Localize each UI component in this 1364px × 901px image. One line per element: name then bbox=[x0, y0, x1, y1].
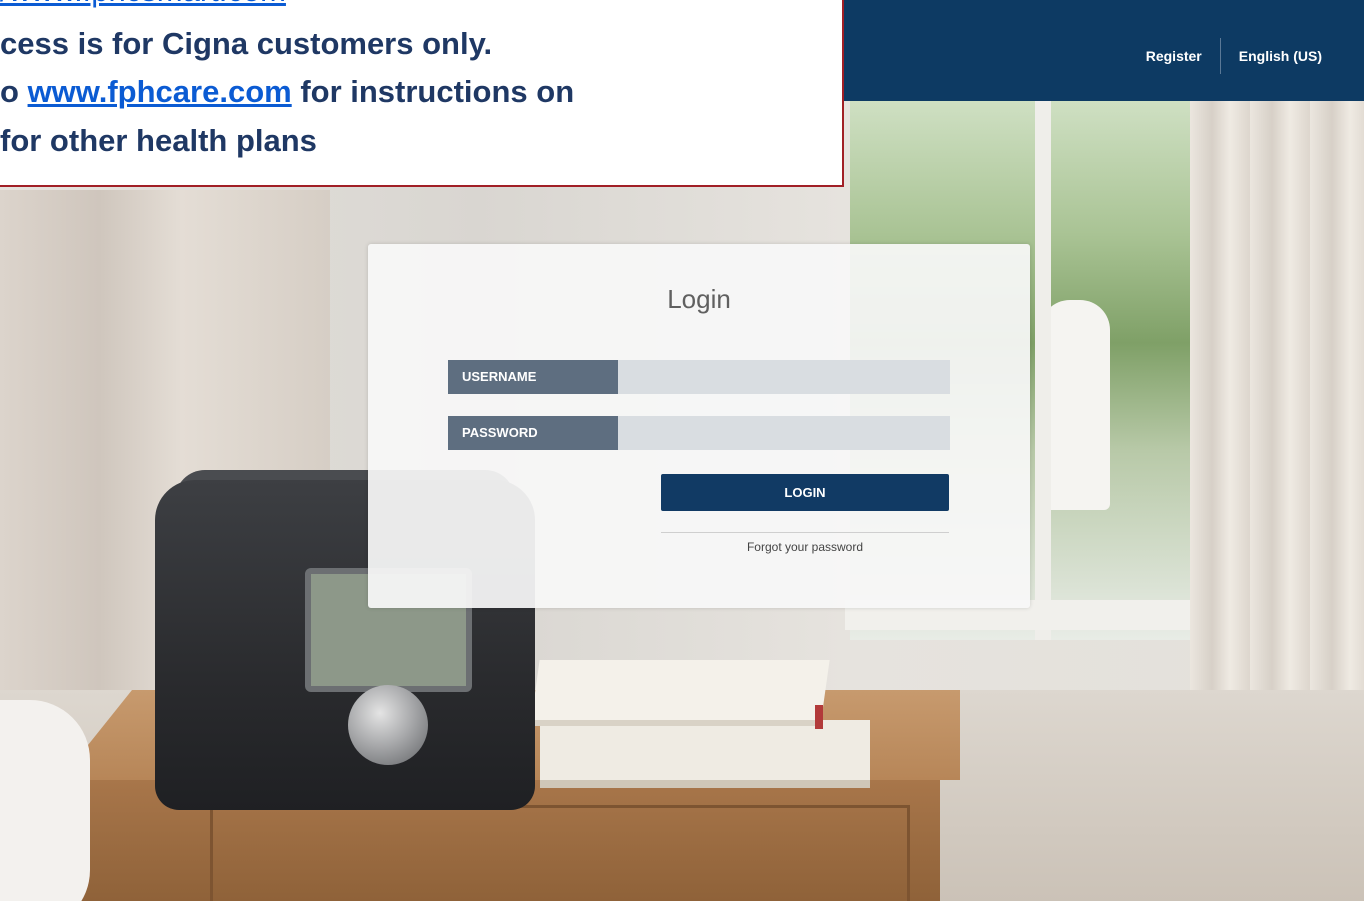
book-bookmark bbox=[815, 705, 823, 729]
nav-links: Register English (US) bbox=[1146, 38, 1322, 74]
notice-line-cigna: cess is for Cigna customers only. bbox=[0, 26, 493, 61]
book bbox=[530, 660, 830, 726]
nav-divider bbox=[1219, 38, 1221, 74]
password-label: PASSWORD bbox=[448, 416, 618, 450]
fphcare-link[interactable]: www.fphcare.com bbox=[28, 74, 292, 109]
notice-line-plans: for other health plans bbox=[0, 123, 317, 158]
login-title: Login bbox=[667, 284, 731, 314]
username-label: USERNAME bbox=[448, 360, 618, 394]
notice-text: o bbox=[0, 74, 28, 109]
login-button[interactable]: LOGIN bbox=[661, 474, 949, 511]
notice-line-instructions: o www.fphcare.com for instructions on bbox=[0, 74, 574, 110]
notice-callout: /www.fphcsmart.com cess is for Cigna cus… bbox=[0, 0, 844, 187]
notice-line-url: /www.fphcsmart.com bbox=[0, 0, 286, 9]
fphcsmart-link[interactable]: /www.fphcsmart.com bbox=[0, 0, 286, 8]
language-selector[interactable]: English (US) bbox=[1239, 48, 1322, 64]
login-card: Login USERNAME PASSWORD LOGIN Forgot you… bbox=[368, 244, 1030, 608]
forgot-password-link[interactable]: Forgot your password bbox=[661, 540, 949, 554]
notice-text: for instructions on bbox=[291, 74, 575, 109]
window-frame bbox=[1035, 100, 1051, 640]
cpap-dial bbox=[348, 685, 428, 765]
username-field: USERNAME bbox=[448, 360, 950, 394]
pillow bbox=[0, 700, 90, 901]
nightstand-drawer bbox=[210, 805, 910, 901]
divider bbox=[661, 532, 949, 533]
book bbox=[540, 720, 870, 788]
register-link[interactable]: Register bbox=[1146, 48, 1202, 64]
password-field: PASSWORD bbox=[448, 416, 950, 450]
password-input[interactable] bbox=[618, 416, 950, 450]
username-input[interactable] bbox=[618, 360, 950, 394]
